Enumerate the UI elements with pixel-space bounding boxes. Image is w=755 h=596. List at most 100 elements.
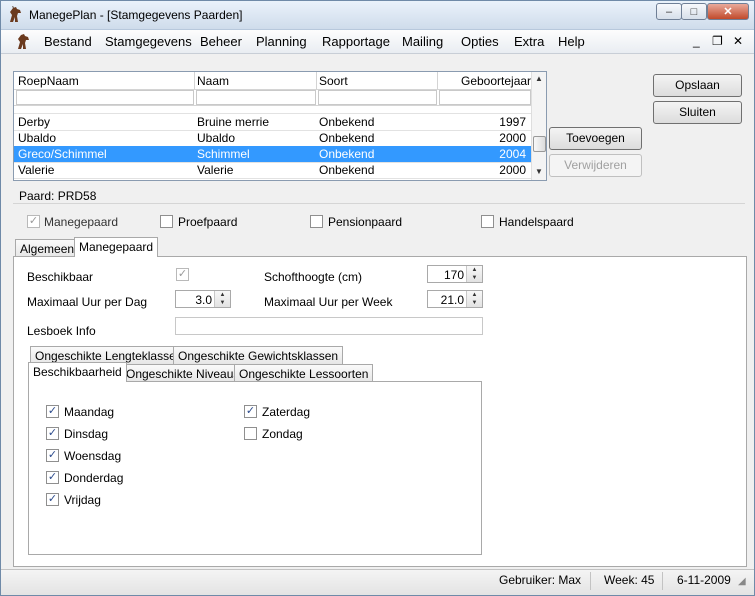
status-date: 6-11-2009 <box>677 573 731 587</box>
scroll-down-arrow-icon[interactable]: ▼ <box>532 165 546 179</box>
tab-algemeen[interactable]: Algemeen <box>15 239 80 257</box>
opslaan-button[interactable]: Opslaan <box>653 74 742 97</box>
handelspaard-checkbox[interactable] <box>481 215 494 228</box>
beschikbaar-label: Beschikbaar <box>27 270 94 284</box>
grid-scrollbar[interactable]: ▲ ▼ <box>531 72 546 180</box>
maandag-checkbox[interactable]: ✓ <box>46 405 59 418</box>
mdi-restore-button[interactable]: ❐ <box>712 34 723 48</box>
cell-geboortejaar: 1997 <box>499 115 526 129</box>
close-button[interactable]: ✕ <box>707 3 749 20</box>
proefpaard-label: Proefpaard <box>178 215 238 229</box>
column-header-geboortejaar[interactable]: Geboortejaar <box>461 74 531 88</box>
menu-bar: Bestand Stamgegevens Beheer Planning Rap… <box>1 30 754 54</box>
horses-grid[interactable]: RoepNaam Naam Soort Geboortejaar Derby B… <box>13 71 547 181</box>
tab-ongeschikte-niveaus[interactable]: Ongeschikte Niveaus <box>121 364 245 382</box>
cell-naam: Bruine merrie <box>197 115 270 129</box>
cell-soort: Onbekend <box>319 147 375 161</box>
proefpaard-checkbox[interactable] <box>160 215 173 228</box>
dinsdag-checkbox[interactable]: ✓ <box>46 427 59 440</box>
menu-planning[interactable]: Planning <box>256 34 307 49</box>
spin-down-icon[interactable]: ▼ <box>467 274 482 282</box>
cell-soort: Onbekend <box>319 131 375 145</box>
tab-manegepaard[interactable]: Manegepaard <box>74 237 159 257</box>
cell-soort: Onbekend <box>319 115 375 129</box>
filter-soort-input[interactable] <box>318 90 437 105</box>
max-uur-dag-stepper[interactable]: 3.0 ▲ ▼ <box>175 290 231 308</box>
vrijdag-checkbox[interactable]: ✓ <box>46 493 59 506</box>
menu-opties[interactable]: Opties <box>461 34 499 49</box>
donderdag-checkbox[interactable]: ✓ <box>46 471 59 484</box>
horse-icon <box>10 6 21 22</box>
maandag-label: Maandag <box>64 405 115 419</box>
menu-extra[interactable]: Extra <box>514 34 544 49</box>
spin-down-icon[interactable]: ▼ <box>467 299 482 307</box>
spin-up-icon[interactable]: ▲ <box>215 291 230 299</box>
paard-code-label: Paard: PRD58 <box>19 189 97 203</box>
zondag-label: Zondag <box>262 427 303 441</box>
title-bar: ManegePlan - [Stamgegevens Paarden] – □ … <box>1 1 754 30</box>
lesboek-label: Lesboek Info <box>27 324 96 338</box>
spin-up-icon[interactable]: ▲ <box>467 266 482 274</box>
schofthoogte-label: Schofthoogte (cm) <box>264 270 363 284</box>
horse-type-group: ✓ Manegepaard Proefpaard Pensionpaard Ha… <box>13 203 745 236</box>
spin-buttons[interactable]: ▲ ▼ <box>466 291 482 307</box>
mdi-close-button[interactable]: ✕ <box>733 34 743 48</box>
pensionpaard-checkbox[interactable] <box>310 215 323 228</box>
woensdag-label: Woensdag <box>64 449 122 463</box>
cell-naam: Ubaldo <box>197 131 236 145</box>
cell-naam: Schimmel <box>197 147 250 161</box>
menu-rapportage[interactable]: Rapportage <box>322 34 390 49</box>
max-uur-week-value: 21.0 <box>440 293 464 307</box>
resize-grip-icon[interactable]: ◢ <box>738 576 746 587</box>
woensdag-checkbox[interactable]: ✓ <box>46 449 59 462</box>
tab-beschikbaarheid[interactable]: Beschikbaarheid <box>28 362 127 382</box>
menu-mailing[interactable]: Mailing <box>402 34 443 49</box>
spin-down-icon[interactable]: ▼ <box>215 299 230 307</box>
table-row[interactable]: Ubaldo Ubaldo Onbekend 2000 <box>14 130 532 147</box>
filter-geboortejaar-input[interactable] <box>439 90 531 105</box>
maximize-button[interactable]: □ <box>681 3 707 20</box>
manegepaard-checkbox[interactable]: ✓ <box>27 215 40 228</box>
scroll-thumb[interactable] <box>533 136 546 152</box>
beschikbaar-checkbox[interactable]: ✓ <box>176 268 189 281</box>
schofthoogte-stepper[interactable]: 170 ▲ ▼ <box>427 265 483 283</box>
column-header-soort[interactable]: Soort <box>319 74 348 88</box>
zaterdag-checkbox[interactable]: ✓ <box>244 405 257 418</box>
max-uur-dag-value: 3.0 <box>195 293 212 307</box>
status-user: Gebruiker: Max <box>499 573 582 587</box>
tab-ongeschikte-lessoorten[interactable]: Ongeschikte Lessoorten <box>234 364 374 382</box>
spin-up-icon[interactable]: ▲ <box>467 291 482 299</box>
sluiten-button[interactable]: Sluiten <box>653 101 742 124</box>
spin-buttons[interactable]: ▲ ▼ <box>214 291 230 307</box>
lesboek-input[interactable] <box>175 317 483 335</box>
donderdag-label: Donderdag <box>64 471 124 485</box>
menu-help[interactable]: Help <box>558 34 585 49</box>
handelspaard-label: Handelspaard <box>499 215 574 229</box>
filter-roepnaam-input[interactable] <box>16 90 194 105</box>
table-row[interactable]: Valerie Valerie Onbekend 2000 <box>14 162 532 179</box>
vrijdag-label: Vrijdag <box>64 493 101 507</box>
max-uur-week-stepper[interactable]: 21.0 ▲ ▼ <box>427 290 483 308</box>
column-header-roepnaam[interactable]: RoepNaam <box>18 74 79 88</box>
tab-ongeschikte-gewichtsklassen[interactable]: Ongeschikte Gewichtsklassen <box>173 346 344 364</box>
cell-roepnaam: Ubaldo <box>18 131 57 145</box>
menu-stamgegevens[interactable]: Stamgegevens <box>105 34 192 49</box>
manegepaard-panel: Beschikbaar ✓ Schofthoogte (cm) 170 ▲ ▼ … <box>13 256 747 567</box>
scroll-up-arrow-icon[interactable]: ▲ <box>532 72 546 86</box>
zondag-checkbox[interactable] <box>244 427 257 440</box>
column-header-naam[interactable]: Naam <box>197 74 229 88</box>
toevoegen-button[interactable]: Toevoegen <box>549 127 642 150</box>
cell-roepnaam: Derby <box>18 115 51 129</box>
max-uur-dag-label: Maximaal Uur per Dag <box>27 295 148 309</box>
table-row-selected[interactable]: Greco/Schimmel Schimmel Onbekend 2004 <box>14 146 532 163</box>
minimize-button[interactable]: – <box>656 3 682 20</box>
status-week: Week: 45 <box>604 573 655 587</box>
menu-beheer[interactable]: Beheer <box>200 34 242 49</box>
table-row-partial[interactable] <box>14 106 532 114</box>
table-row[interactable]: Derby Bruine merrie Onbekend 1997 <box>14 114 532 131</box>
menu-bestand[interactable]: Bestand <box>44 34 92 49</box>
verwijderen-button[interactable]: Verwijderen <box>549 154 642 177</box>
spin-buttons[interactable]: ▲ ▼ <box>466 266 482 282</box>
filter-naam-input[interactable] <box>196 90 316 105</box>
mdi-minimize-button[interactable]: _ <box>693 34 700 48</box>
